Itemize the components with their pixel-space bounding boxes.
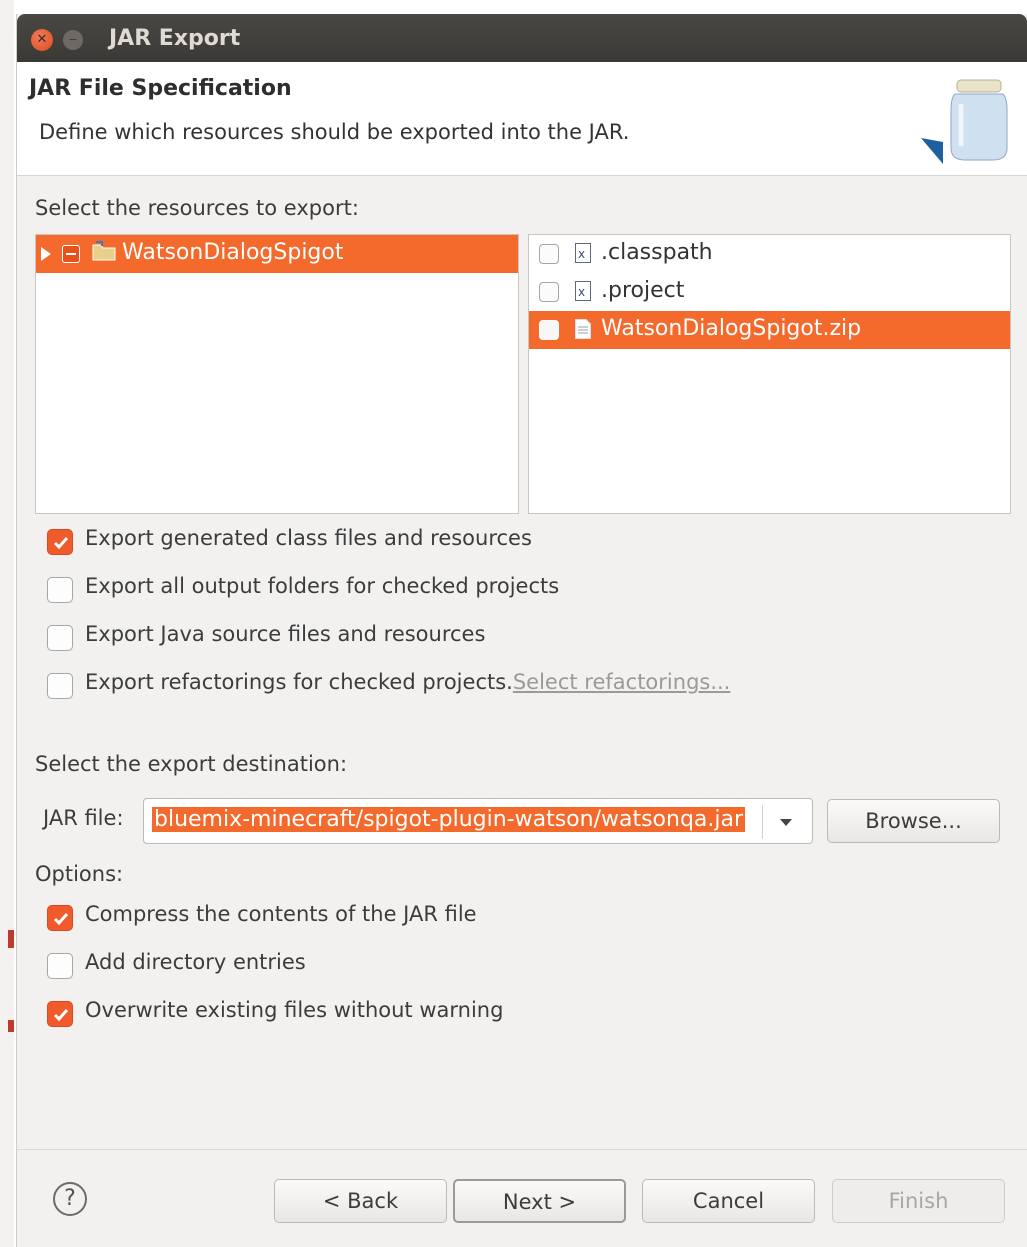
background-strip-top <box>0 0 1027 10</box>
file-item-label: .project <box>601 278 685 303</box>
expand-arrow-icon[interactable] <box>41 247 51 261</box>
minimize-window-button[interactable]: − <box>63 30 83 50</box>
project-folder-icon <box>92 241 116 261</box>
background-window-edge <box>0 0 14 1247</box>
resources-label: Select the resources to export: <box>35 196 359 220</box>
export-class-files-checkbox[interactable] <box>47 529 73 555</box>
page-description: Define which resources should be exporte… <box>39 120 630 144</box>
file-item-checkbox[interactable] <box>539 282 559 302</box>
file-item-zip[interactable]: WatsonDialogSpigot.zip <box>529 311 1010 349</box>
file-item-label: WatsonDialogSpigot.zip <box>601 316 862 341</box>
export-refactorings-checkbox[interactable] <box>47 673 73 699</box>
file-item-checkbox[interactable] <box>539 244 559 264</box>
compress-checkbox[interactable] <box>47 905 73 931</box>
jar-export-dialog: ✕ − JAR Export JAR File Specification De… <box>16 14 1027 1247</box>
finish-button: Finish <box>832 1179 1005 1223</box>
destination-label: Select the export destination: <box>35 752 348 776</box>
text-file-icon <box>575 319 591 339</box>
tree-item-checkbox[interactable] <box>62 245 80 263</box>
add-directory-entries-checkbox[interactable] <box>47 953 73 979</box>
file-item-label: .classpath <box>601 240 713 265</box>
resource-file-list[interactable]: x .classpath x .project WatsonDialogSpig… <box>528 234 1011 514</box>
xml-file-icon: x <box>575 281 591 301</box>
add-directory-entries-label: Add directory entries <box>85 950 306 974</box>
export-refactorings-label: Export refactorings for checked projects… <box>85 670 513 694</box>
resource-tree[interactable]: WatsonDialogSpigot <box>35 234 519 514</box>
file-item-checkbox[interactable] <box>539 320 559 340</box>
export-source-files-checkbox[interactable] <box>47 625 73 651</box>
overwrite-label: Overwrite existing files without warning <box>85 998 504 1022</box>
svg-text:x: x <box>578 285 585 299</box>
export-class-files-label: Export generated class files and resourc… <box>85 526 532 550</box>
combo-separator <box>762 805 763 839</box>
cancel-button[interactable]: Cancel <box>642 1179 815 1223</box>
next-button[interactable]: Next > <box>453 1179 626 1223</box>
compress-label: Compress the contents of the JAR file <box>85 902 477 926</box>
file-item-project[interactable]: x .project <box>529 273 1010 311</box>
overwrite-checkbox[interactable] <box>47 1001 73 1027</box>
window-title: JAR Export <box>109 26 241 51</box>
close-window-button[interactable]: ✕ <box>31 29 53 51</box>
jar-file-input[interactable]: bluemix-minecraft/spigot-plugin-watson/w… <box>152 807 754 837</box>
select-refactorings-link[interactable]: Select refactorings... <box>513 670 731 694</box>
jar-file-value: bluemix-minecraft/spigot-plugin-watson/w… <box>152 807 746 832</box>
jar-icon <box>921 79 1008 164</box>
title-bar: ✕ − JAR Export <box>17 14 1027 62</box>
export-source-files-label: Export Java source files and resources <box>85 622 486 646</box>
browse-button[interactable]: Browse... <box>827 799 1000 843</box>
background-mark <box>8 930 14 948</box>
help-icon[interactable]: ? <box>53 1182 87 1216</box>
options-label: Options: <box>35 862 124 886</box>
background-mark <box>8 1020 14 1032</box>
page-title: JAR File Specification <box>29 76 292 101</box>
file-item-classpath[interactable]: x .classpath <box>529 235 1010 273</box>
dropdown-arrow-icon[interactable] <box>780 819 792 826</box>
export-refactorings-text: Export refactorings for checked projects… <box>85 670 730 694</box>
svg-text:x: x <box>578 247 585 261</box>
export-output-folders-checkbox[interactable] <box>47 577 73 603</box>
export-output-folders-label: Export all output folders for checked pr… <box>85 574 560 598</box>
jar-file-label: JAR file: <box>43 806 124 830</box>
wizard-header: JAR File Specification Define which reso… <box>17 62 1027 176</box>
back-button[interactable]: < Back <box>274 1179 447 1223</box>
footer-divider <box>17 1149 1027 1150</box>
jar-file-combo[interactable]: bluemix-minecraft/spigot-plugin-watson/w… <box>143 798 813 844</box>
xml-file-icon: x <box>575 243 591 263</box>
tree-item-project[interactable]: WatsonDialogSpigot <box>36 235 518 273</box>
tree-item-label: WatsonDialogSpigot <box>122 240 344 265</box>
